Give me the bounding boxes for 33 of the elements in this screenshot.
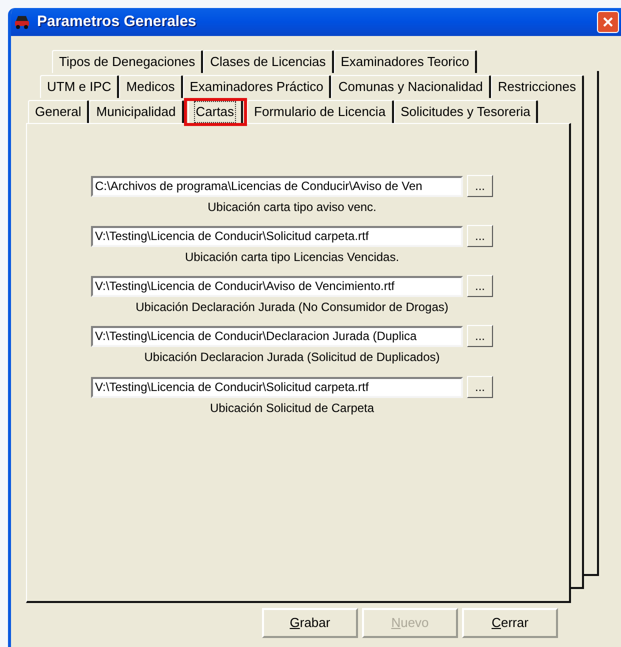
tab[interactable]: Examinadores Teorico bbox=[334, 50, 478, 73]
field-caption: Ubicación Declaración Jurada (No Consumidor de Drogas) bbox=[134, 299, 450, 316]
tab[interactable]: General bbox=[28, 100, 90, 123]
close-button[interactable] bbox=[597, 11, 619, 33]
field-caption: Ubicación Solicitud de Carpeta bbox=[208, 400, 376, 417]
tab[interactable]: Comunas y Nacionalidad bbox=[331, 75, 491, 98]
tab[interactable]: UTM e IPC bbox=[40, 75, 120, 98]
tab[interactable]: Formulario de Licencia bbox=[247, 100, 394, 123]
close-icon bbox=[603, 17, 613, 27]
tab[interactable]: Examinadores Práctico bbox=[182, 75, 332, 98]
dialog-button[interactable]: Grabar bbox=[262, 608, 358, 638]
tab[interactable]: Restricciones bbox=[490, 75, 584, 98]
path-field[interactable]: V:\Testing\Licencia de Conducir\Solicitud carpeta.rtf bbox=[91, 376, 463, 398]
field-caption: Ubicación Declaracion Jurada (Solicitud de Duplicados) bbox=[143, 349, 441, 366]
tab[interactable]: Medicos bbox=[119, 75, 183, 98]
browse-button[interactable]: ... bbox=[467, 275, 493, 297]
browse-button[interactable]: ... bbox=[467, 175, 493, 197]
tab[interactable]: Clases de Licencias bbox=[203, 50, 334, 73]
path-field[interactable]: C:\Archivos de programa\Licencias de Conducir\Aviso de Ven bbox=[91, 176, 463, 196]
browse-button[interactable]: ... bbox=[467, 376, 493, 398]
path-field[interactable]: V:\Testing\Licencia de Conducir\Declaracion Jurada (Duplica bbox=[91, 326, 463, 346]
field-caption: Ubicación carta tipo Licencias Vencidas. bbox=[184, 249, 400, 266]
dialog-button[interactable]: Cerrar bbox=[462, 608, 558, 638]
field-caption: Ubicación carta tipo aviso venc. bbox=[206, 199, 378, 216]
path-field[interactable]: V:\Testing\Licencia de Conducir\Solicitud carpeta.rtf bbox=[91, 226, 463, 246]
tab[interactable]: Municipalidad bbox=[89, 100, 184, 123]
window-title: Parametros Generales bbox=[37, 12, 196, 32]
car-icon bbox=[13, 13, 31, 31]
tab[interactable]: Solicitudes y Tesoreria bbox=[394, 100, 538, 123]
browse-button[interactable]: ... bbox=[467, 225, 493, 247]
tab[interactable]: Tipos de Denegaciones bbox=[52, 50, 204, 73]
browse-button[interactable]: ... bbox=[467, 325, 493, 347]
path-field[interactable]: V:\Testing\Licencia de Conducir\Aviso de Vencimiento.rtf bbox=[91, 276, 463, 296]
